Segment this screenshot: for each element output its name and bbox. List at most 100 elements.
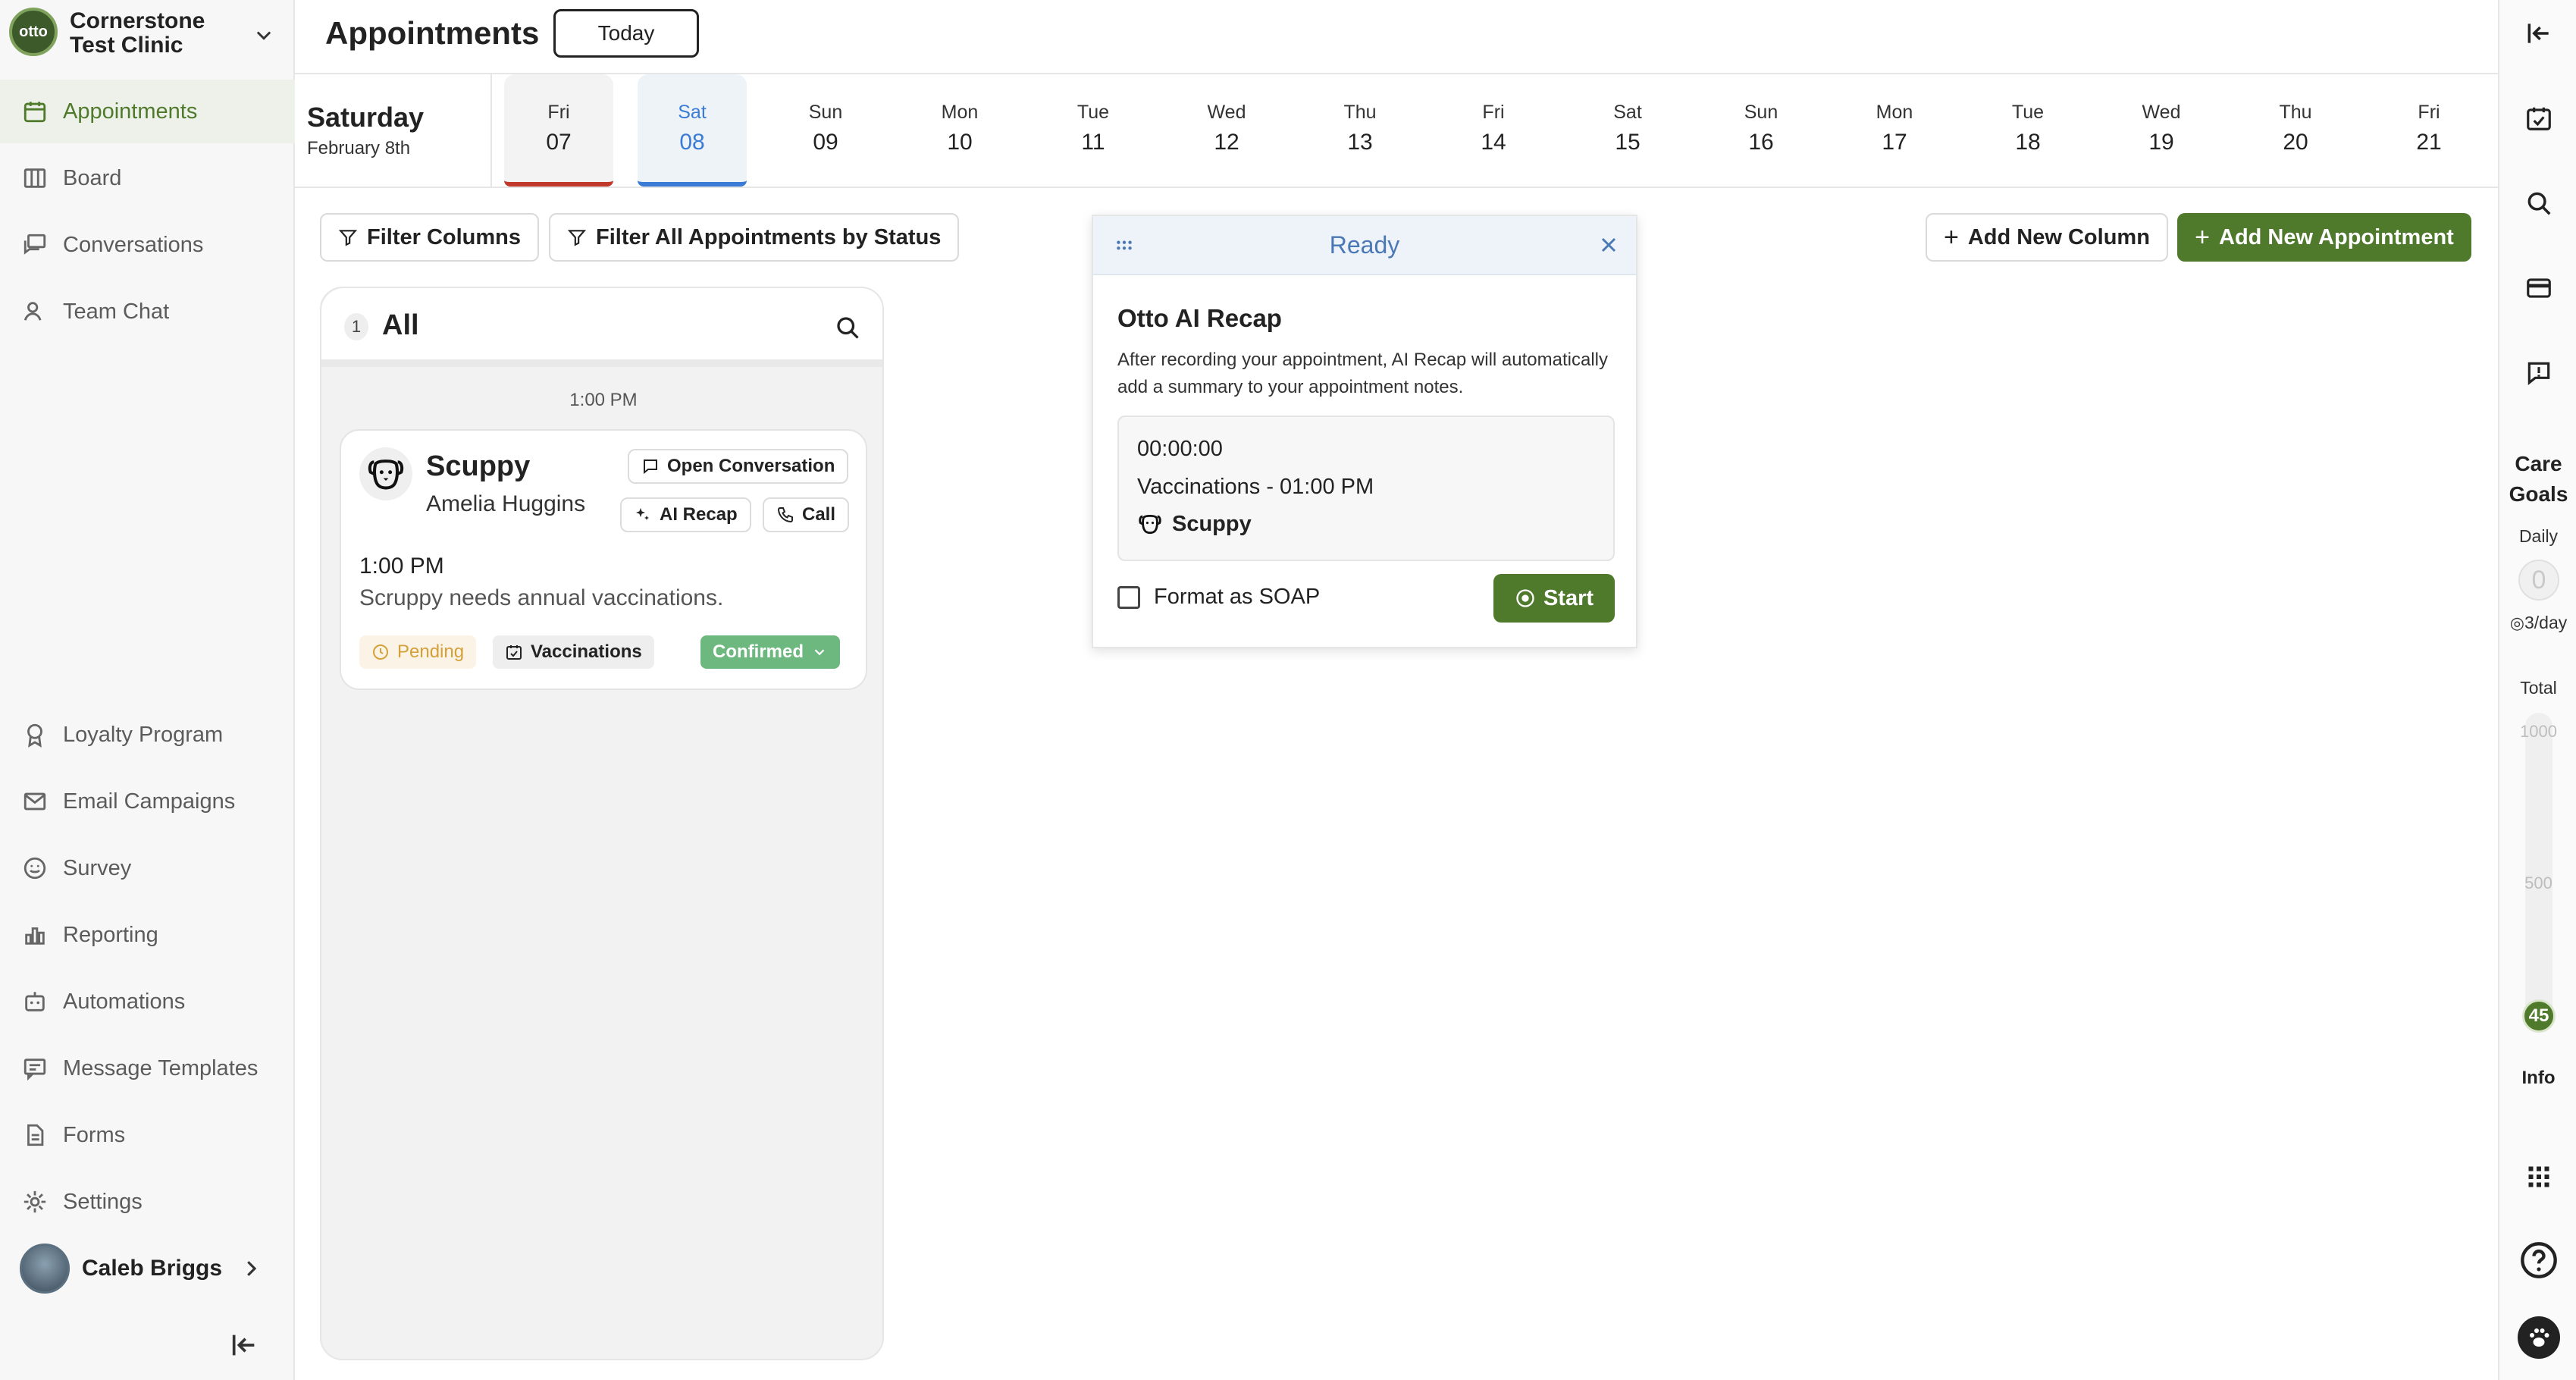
user-menu[interactable]: Caleb Briggs bbox=[20, 1244, 277, 1297]
panel-header[interactable]: Ready bbox=[1093, 216, 1636, 275]
day-fri-21[interactable]: Fri 21 bbox=[2374, 74, 2484, 187]
paw-icon[interactable] bbox=[2518, 1316, 2560, 1359]
total-progress-value: 45 bbox=[2522, 999, 2556, 1033]
start-recording-button[interactable]: Start bbox=[1493, 574, 1615, 623]
day-tue-11[interactable]: Tue 11 bbox=[1039, 74, 1148, 187]
robot-icon bbox=[20, 986, 50, 1017]
credit-card-icon[interactable] bbox=[2522, 271, 2556, 305]
button-label: Open Conversation bbox=[667, 456, 835, 476]
dog-icon bbox=[1139, 514, 1161, 535]
filter-columns-button[interactable]: Filter Columns bbox=[320, 213, 540, 262]
sidebar-item-board[interactable]: Board bbox=[0, 146, 295, 210]
sidebar-item-label: Appointments bbox=[63, 99, 198, 124]
chevron-down-icon[interactable] bbox=[253, 24, 274, 45]
day-wed-12[interactable]: Wed 12 bbox=[1172, 74, 1281, 187]
right-rail: Care Goals Daily 0 ◎3/day Total 1000 500… bbox=[2498, 0, 2576, 1380]
tasks-icon[interactable] bbox=[2522, 102, 2556, 135]
sidebar-item-appointments[interactable]: Appointments bbox=[0, 80, 295, 143]
day-number: 15 bbox=[1615, 130, 1641, 155]
help-icon[interactable] bbox=[2519, 1240, 2559, 1280]
feedback-icon[interactable] bbox=[2522, 356, 2556, 390]
clinic-name: Cornerstone Test Clinic bbox=[70, 8, 205, 58]
appointment-card[interactable]: Scuppy Amelia Huggins Open Conversation … bbox=[340, 429, 867, 690]
dialpad-icon[interactable] bbox=[2522, 1160, 2556, 1193]
filter-icon bbox=[567, 230, 587, 246]
user-name: Caleb Briggs bbox=[82, 1256, 223, 1281]
appointment-column: 1 All 1:00 PM Scuppy Amelia Huggins Open… bbox=[320, 287, 884, 1360]
collapse-sidebar-icon[interactable] bbox=[227, 1330, 261, 1360]
sidebar-item-message-templates[interactable]: Message Templates bbox=[0, 1037, 295, 1100]
sidebar-item-email-campaigns[interactable]: Email Campaigns bbox=[0, 770, 295, 833]
day-fri-07[interactable]: Fri 07 bbox=[504, 74, 613, 187]
status-label: Pending bbox=[397, 641, 465, 662]
call-button[interactable]: Call bbox=[763, 497, 850, 532]
search-icon[interactable] bbox=[834, 314, 861, 341]
close-icon[interactable] bbox=[1597, 233, 1621, 257]
ai-recap-button[interactable]: AI Recap bbox=[620, 497, 751, 532]
clinic-switcher[interactable]: otto Cornerstone Test Clinic bbox=[9, 8, 290, 61]
patient-name: Scuppy bbox=[426, 450, 531, 482]
checkbox[interactable] bbox=[1117, 585, 1140, 609]
open-conversation-button[interactable]: Open Conversation bbox=[628, 449, 849, 484]
avatar bbox=[20, 1244, 70, 1294]
day-thu-13[interactable]: Thu 13 bbox=[1305, 74, 1415, 187]
current-weekday: Saturday bbox=[307, 102, 425, 133]
button-label: Add New Column bbox=[1967, 224, 2150, 249]
recording-info: 00:00:00 Vaccinations - 01:00 PM Scuppy bbox=[1117, 416, 1615, 561]
sidebar-item-label: Message Templates bbox=[63, 1055, 259, 1080]
document-icon bbox=[20, 1120, 50, 1150]
day-wed-19[interactable]: Wed 19 bbox=[2107, 74, 2216, 187]
day-sun-09[interactable]: Sun 09 bbox=[771, 74, 880, 187]
tick-mid: 500 bbox=[2524, 873, 2552, 892]
dog-icon bbox=[368, 459, 404, 490]
add-column-button[interactable]: + Add New Column bbox=[1926, 213, 2168, 262]
day-tue-18[interactable]: Tue 18 bbox=[1973, 74, 2082, 187]
recording-timer: 00:00:00 bbox=[1137, 437, 1223, 461]
sidebar-item-team-chat[interactable]: Team Chat bbox=[0, 280, 295, 343]
target-icon: ◎ bbox=[2509, 613, 2524, 632]
sidebar-item-forms[interactable]: Forms bbox=[0, 1103, 295, 1167]
sidebar-item-automations[interactable]: Automations bbox=[0, 970, 295, 1033]
sidebar-item-label: Loyalty Program bbox=[63, 722, 224, 747]
day-mon-17[interactable]: Mon 17 bbox=[1840, 74, 1949, 187]
sidebar-item-conversations[interactable]: Conversations bbox=[0, 213, 295, 277]
sidebar-item-label: Forms bbox=[63, 1122, 126, 1147]
record-icon bbox=[1516, 589, 1534, 607]
search-icon[interactable] bbox=[2522, 187, 2556, 220]
day-name: Wed bbox=[2142, 102, 2181, 123]
day-thu-20[interactable]: Thu 20 bbox=[2241, 74, 2350, 187]
day-number: 20 bbox=[2283, 130, 2308, 155]
status-badge: Pending bbox=[359, 635, 477, 669]
day-number: 10 bbox=[947, 130, 973, 155]
checkbox-label: Format as SOAP bbox=[1154, 585, 1321, 609]
day-number: 17 bbox=[1882, 130, 1907, 155]
confirmation-dropdown[interactable]: Confirmed bbox=[700, 635, 840, 669]
sidebar-item-survey[interactable]: Survey bbox=[0, 836, 295, 900]
day-sun-16[interactable]: Sun 16 bbox=[1706, 74, 1816, 187]
type-label: Vaccinations bbox=[531, 641, 642, 662]
day-sat-15[interactable]: Sat 15 bbox=[1573, 74, 1682, 187]
day-mon-10[interactable]: Mon 10 bbox=[905, 74, 1014, 187]
sidebar-item-label: Board bbox=[63, 165, 122, 190]
sidebar-item-loyalty-program[interactable]: Loyalty Program bbox=[0, 703, 295, 767]
sidebar-item-label: Reporting bbox=[63, 922, 158, 947]
chevron-right-icon bbox=[247, 1261, 257, 1276]
column-header: 1 All bbox=[321, 288, 882, 367]
today-button[interactable]: Today bbox=[553, 9, 699, 58]
sidebar-item-label: Conversations bbox=[63, 232, 204, 257]
filter-status-button[interactable]: Filter All Appointments by Status bbox=[549, 213, 960, 262]
format-soap-checkbox[interactable]: Format as SOAP bbox=[1117, 585, 1320, 610]
appointment-note: Scruppy needs annual vaccinations. bbox=[359, 585, 724, 610]
day-name: Fri bbox=[547, 102, 570, 123]
add-appointment-button[interactable]: + Add New Appointment bbox=[2177, 213, 2471, 262]
day-number: 09 bbox=[813, 130, 838, 155]
day-fri-14[interactable]: Fri 14 bbox=[1439, 74, 1548, 187]
sidebar-item-settings[interactable]: Settings bbox=[0, 1170, 295, 1234]
bar-chart-icon bbox=[20, 920, 50, 950]
calendar-icon bbox=[20, 96, 50, 127]
pet-avatar bbox=[359, 447, 412, 500]
info-button[interactable]: Info bbox=[2499, 1068, 2576, 1089]
collapse-panel-icon[interactable] bbox=[2522, 17, 2556, 50]
day-sat-08[interactable]: Sat 08 bbox=[638, 74, 747, 187]
sidebar-item-reporting[interactable]: Reporting bbox=[0, 903, 295, 967]
